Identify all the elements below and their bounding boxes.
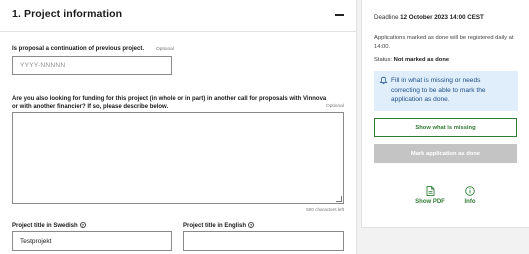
info-label: Info <box>464 199 476 205</box>
collapse-icon <box>334 14 344 16</box>
title-swedish-label-text: Project title in Swedish <box>12 223 78 229</box>
other-funding-textarea[interactable] <box>12 112 344 204</box>
bell-icon <box>379 76 388 85</box>
show-pdf-button[interactable]: Show PDF <box>415 186 445 205</box>
other-funding-label: Are you also looking for funding for thi… <box>12 96 327 110</box>
missing-info-notice: Fill in what is missing or needs correct… <box>374 71 518 111</box>
pdf-icon <box>426 186 434 196</box>
submission-sidebar: Deadline 12 October 2023 14:00 CEST Appl… <box>361 0 529 228</box>
continuation-input[interactable] <box>12 56 172 75</box>
info-circle-icon <box>465 186 475 196</box>
show-pdf-label: Show PDF <box>415 199 445 205</box>
deadline-prefix: Deadline <box>374 14 399 21</box>
title-english-input[interactable] <box>183 231 344 251</box>
resize-handle[interactable] <box>336 196 342 202</box>
char-count: 500 characters left <box>306 207 344 212</box>
title-english-label-text: Project title in English <box>183 223 247 229</box>
status-prefix: Status: <box>374 57 393 63</box>
section-header[interactable]: 1. Project information <box>0 0 357 32</box>
show-missing-button[interactable]: Show what is missing <box>374 118 517 137</box>
info-icon[interactable]: ? <box>248 221 255 228</box>
deadline-value: 12 October 2023 14:00 CEST <box>400 14 484 21</box>
notice-text: Fill in what is missing or needs correct… <box>391 77 486 103</box>
continuation-label: Is proposal a continuation of previous p… <box>12 46 145 52</box>
main-panel: 1. Project information Is proposal a con… <box>0 0 357 254</box>
info-icon[interactable]: ? <box>79 221 86 228</box>
status: Status: Not marked as done <box>374 57 449 63</box>
title-swedish-label: Project title in Swedish? <box>12 221 86 230</box>
section-title: 1. Project information <box>12 8 123 20</box>
deadline: Deadline 12 October 2023 14:00 CEST <box>374 14 484 21</box>
registration-info: Applications marked as done will be regi… <box>374 35 514 50</box>
continuation-optional: Optional <box>156 47 174 52</box>
title-english-label: Project title in English? <box>183 221 255 230</box>
info-button[interactable]: Info <box>455 186 485 205</box>
collapse-button[interactable] <box>330 6 348 24</box>
title-swedish-input[interactable] <box>12 231 172 251</box>
status-value: Not marked as done <box>393 57 450 63</box>
other-funding-optional: Optional <box>326 104 344 109</box>
mark-done-button[interactable]: Mark application as done <box>374 144 517 163</box>
